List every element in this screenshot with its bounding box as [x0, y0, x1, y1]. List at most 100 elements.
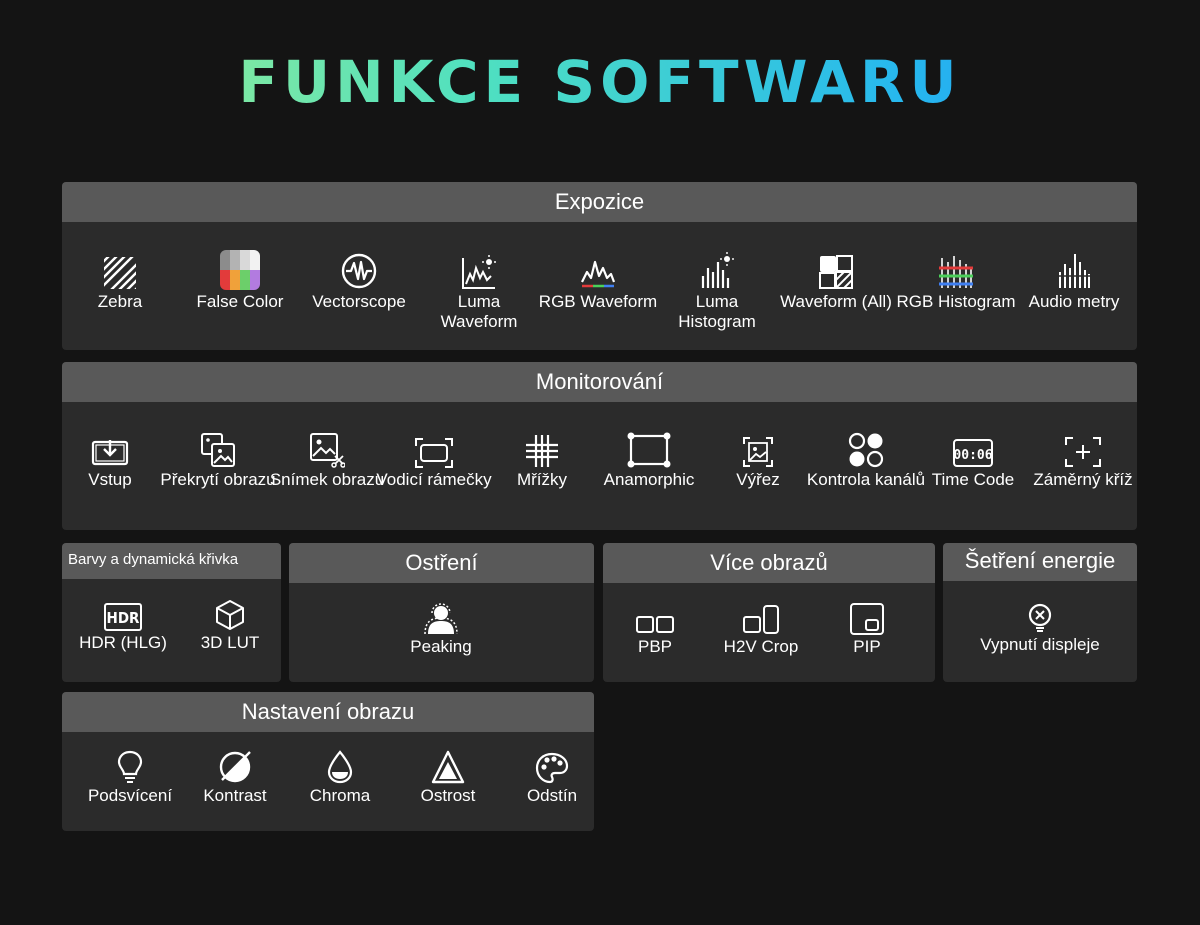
feature-label: Waveform (All): [780, 292, 892, 311]
feature-frame-guide[interactable]: Vodicí rámečky: [374, 424, 494, 490]
panel-nastaveni-obrazu: Nastavení obrazu Podsvícení Kontrast Chr…: [62, 692, 594, 831]
feature-input[interactable]: Vstup: [62, 424, 170, 490]
feature-luma-histogram[interactable]: Luma Histogram: [657, 246, 777, 332]
feature-3d-lut[interactable]: 3D LUT: [170, 597, 281, 653]
svg-text:00:06: 00:06: [953, 448, 992, 463]
feature-label: Luma Waveform: [440, 292, 518, 331]
display-off-icon: [1028, 603, 1052, 632]
pbp-icon: [636, 616, 674, 633]
hue-palette-icon: [535, 752, 569, 784]
feature-audio-meter[interactable]: Audio metry: [1014, 246, 1134, 312]
feature-luma-waveform[interactable]: Luma Waveform: [419, 246, 539, 332]
crosshair-icon: [1065, 437, 1101, 467]
hdr-icon: HDR: [104, 603, 142, 631]
audio-meter-icon: [1057, 254, 1091, 288]
feature-label: Vodicí rámečky: [376, 470, 492, 489]
feature-image-overlay[interactable]: Překrytí obrazu: [158, 424, 278, 490]
feature-display-off[interactable]: Vypnutí displeje: [960, 601, 1120, 655]
panel-vice-obrazu: Více obrazů PBP H2V Crop PIP: [603, 543, 935, 682]
feature-hdr[interactable]: HDR HDR (HLG): [63, 597, 183, 653]
feature-label: RGB Waveform: [538, 292, 658, 311]
feature-crop[interactable]: Výřez: [698, 424, 818, 490]
panel-title: Monitorování: [62, 362, 1137, 402]
feature-label: Audio metry: [1028, 292, 1120, 311]
input-icon: [91, 440, 129, 466]
feature-false-color[interactable]: False Color: [180, 246, 300, 312]
feature-label: PBP: [637, 637, 673, 656]
feature-zebra[interactable]: Zebra: [62, 246, 180, 312]
feature-sharpness[interactable]: Ostrost: [388, 748, 508, 806]
feature-label: Kontrola kanálů: [806, 470, 926, 489]
sharpness-icon: [431, 750, 465, 784]
feature-pip[interactable]: PIP: [807, 601, 927, 657]
feature-label: Odstín: [526, 786, 578, 805]
timecode-icon: 00:06: [953, 439, 993, 467]
feature-label: Vstup: [88, 470, 132, 489]
feature-label: 3D LUT: [200, 633, 260, 652]
feature-timecode[interactable]: 00:06 Time Code: [913, 424, 1033, 490]
feature-rgb-histogram[interactable]: RGB Histogram: [896, 246, 1016, 312]
panel-title: Více obrazů: [603, 543, 935, 583]
crop-icon: [743, 437, 773, 467]
false-color-icon: [220, 250, 260, 290]
feature-hue[interactable]: Odstín: [492, 748, 594, 806]
panel-setreni-energie: Šetření energie Vypnutí displeje: [943, 543, 1137, 682]
feature-snapshot[interactable]: Snímek obrazu: [267, 424, 387, 490]
panel-title: Šetření energie: [943, 543, 1137, 581]
feature-label: Chroma: [309, 786, 371, 805]
feature-label: Peaking: [410, 637, 472, 656]
panel-ostreni: Ostření Peaking: [289, 543, 594, 682]
feature-label: Time Code: [931, 470, 1015, 489]
panel-title: Expozice: [62, 182, 1137, 222]
feature-label: Anamorphic: [603, 470, 695, 489]
feature-vectorscope[interactable]: Vectorscope: [299, 246, 419, 312]
feature-label: Vypnutí displeje: [980, 635, 1100, 654]
panel-barvy: Barvy a dynamická křivka HDR HDR (HLG) 3…: [62, 543, 281, 682]
feature-label: H2V Crop: [723, 637, 799, 656]
channel-check-icon: [848, 432, 884, 468]
feature-label: Zebra: [97, 292, 143, 311]
rgb-histogram-icon: [939, 256, 973, 288]
feature-backlight[interactable]: Podsvícení: [70, 748, 190, 806]
panel-monitorovani: Monitorování Vstup Překrytí obrazu Sníme…: [62, 362, 1137, 530]
feature-grid[interactable]: Mřížky: [482, 424, 602, 490]
feature-label: False Color: [196, 292, 284, 311]
feature-chroma[interactable]: Chroma: [280, 748, 400, 806]
peaking-icon: [424, 603, 458, 635]
vectorscope-icon: [341, 253, 377, 289]
contrast-icon: [219, 751, 251, 783]
feature-label: PIP: [853, 637, 881, 656]
luma-histogram-icon: [701, 252, 734, 288]
feature-peaking[interactable]: Peaking: [381, 601, 501, 657]
feature-pbp[interactable]: PBP: [603, 601, 715, 657]
feature-label: Snímek obrazu: [269, 470, 385, 489]
feature-h2v-crop[interactable]: H2V Crop: [701, 601, 821, 657]
feature-label: Luma Histogram: [678, 292, 756, 331]
feature-waveform-all[interactable]: Waveform (All): [776, 246, 896, 312]
anamorphic-icon: [627, 432, 671, 468]
feature-label: Ostrost: [420, 786, 476, 805]
image-overlay-icon: [201, 433, 235, 467]
lut-cube-icon: [216, 600, 244, 630]
feature-contrast[interactable]: Kontrast: [175, 748, 295, 806]
feature-label: HDR (HLG): [79, 633, 167, 652]
feature-label: Kontrast: [203, 786, 267, 805]
feature-crosshair[interactable]: Záměrný kříž: [1023, 424, 1137, 490]
feature-channel-check[interactable]: Kontrola kanálů: [806, 424, 926, 490]
panel-title: Barvy a dynamická křivka: [62, 543, 281, 579]
backlight-icon: [117, 750, 143, 783]
panel-title: Ostření: [289, 543, 594, 583]
feature-anamorphic[interactable]: Anamorphic: [589, 424, 709, 490]
feature-label: Výřez: [736, 470, 780, 489]
snapshot-icon: [310, 433, 345, 468]
feature-rgb-waveform[interactable]: RGB Waveform: [538, 246, 658, 312]
panel-expozice: Expozice Zebra False Color Vectorscope L…: [62, 182, 1137, 350]
frame-guide-icon: [415, 438, 453, 468]
waveform-all-icon: [819, 255, 853, 289]
luma-waveform-icon: [462, 255, 496, 289]
h2v-crop-icon: [743, 605, 779, 634]
feature-label: RGB Histogram: [896, 292, 1016, 311]
zebra-icon: [104, 257, 136, 289]
grid-icon: [526, 435, 558, 467]
svg-text:HDR: HDR: [107, 609, 141, 627]
